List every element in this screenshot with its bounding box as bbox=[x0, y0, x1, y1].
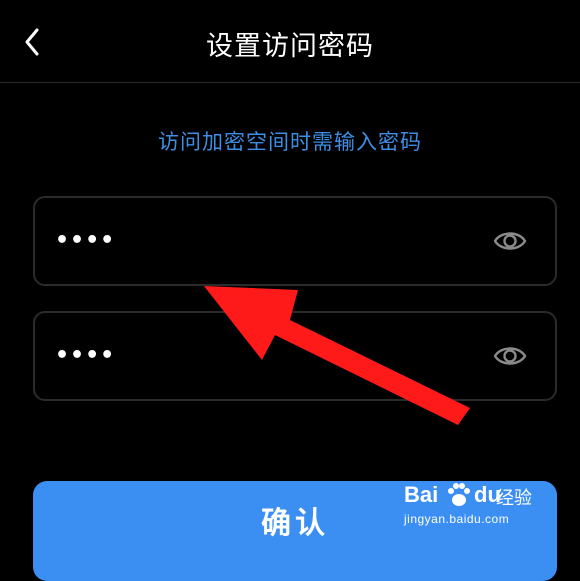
password-field[interactable]: •••• bbox=[33, 196, 557, 286]
confirm-password-field[interactable]: •••• bbox=[33, 311, 557, 401]
password-value: •••• bbox=[55, 343, 116, 368]
top-bar: 设置访问密码 bbox=[0, 0, 580, 83]
page-title: 设置访问密码 bbox=[206, 31, 374, 62]
watermark-product: 经验 bbox=[496, 488, 532, 509]
watermark-logo-prefix: Bai bbox=[404, 482, 439, 507]
password-value: •••• bbox=[55, 228, 116, 253]
eye-icon[interactable] bbox=[493, 341, 527, 371]
paw-icon bbox=[448, 483, 470, 506]
password-hint-text: 访问加密空间时需输入密码 bbox=[158, 130, 422, 154]
watermark-url: jingyan.baidu.com bbox=[404, 512, 510, 526]
baidu-jingyan-watermark: Bai du 经验 jingyan.baidu.com bbox=[404, 478, 554, 534]
eye-icon[interactable] bbox=[493, 226, 527, 256]
